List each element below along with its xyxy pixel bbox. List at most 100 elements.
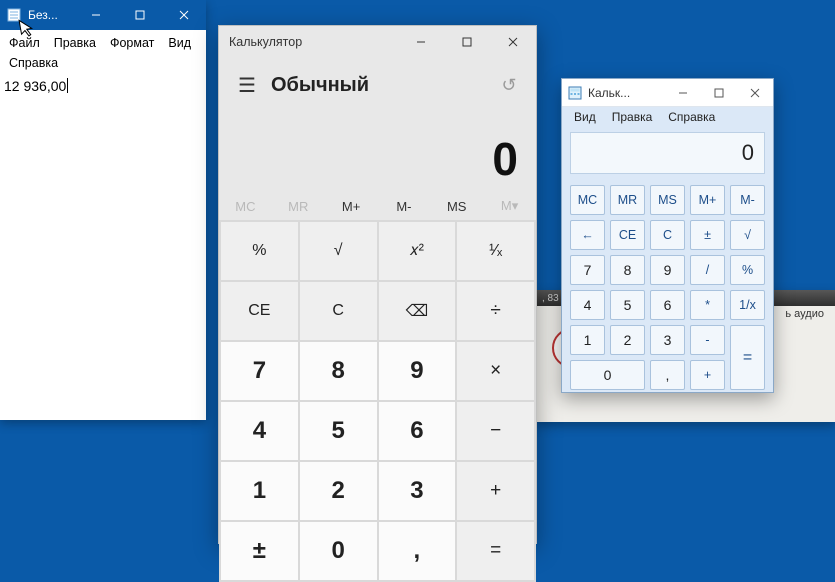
key-C[interactable]: C	[650, 220, 685, 250]
key-1/x[interactable]: 1/x	[730, 290, 765, 320]
mem-ms[interactable]: MS	[430, 199, 483, 214]
key-*[interactable]: *	[690, 290, 725, 320]
key-6[interactable]: 6	[379, 402, 456, 460]
key-±[interactable]: ±	[690, 220, 725, 250]
close-button[interactable]	[737, 80, 773, 106]
notepad-window: Без... ФайлПравкаФорматВид Справка 12 936…	[0, 0, 206, 420]
calc7-icon	[567, 85, 583, 101]
mem-m: M▾	[483, 198, 536, 214]
key-9[interactable]: 9	[650, 255, 685, 285]
menu-справка[interactable]: Справка	[660, 108, 723, 126]
calc7-window: Кальк... ВидПравкаСправка 0 MCMRMSM+M-←C…	[561, 78, 774, 393]
menu-правка[interactable]: Правка	[604, 108, 661, 126]
key-MC[interactable]: MC	[570, 185, 605, 215]
key-%[interactable]: %	[730, 255, 765, 285]
calc7-titlebar[interactable]: Кальк...	[562, 79, 773, 107]
calc10-window: Калькулятор ☰ Обычный ↺ 0 MCMRM+M-MSM▾ %…	[218, 25, 537, 544]
close-button[interactable]	[162, 0, 206, 30]
key-,[interactable]: ,	[379, 522, 456, 580]
key-9[interactable]: 9	[379, 342, 456, 400]
maximize-button[interactable]	[118, 0, 162, 30]
key-2[interactable]: 2	[610, 325, 645, 355]
mem-mc: MC	[219, 199, 272, 214]
key-=[interactable]: =	[457, 522, 534, 580]
notepad-icon	[6, 7, 22, 23]
calc7-title: Кальк...	[588, 86, 665, 100]
key-4[interactable]: 4	[570, 290, 605, 320]
key-+[interactable]: +	[457, 462, 534, 520]
key-√[interactable]: √	[300, 222, 377, 280]
minimize-button[interactable]	[74, 0, 118, 30]
key-%[interactable]: %	[221, 222, 298, 280]
calc10-titlebar[interactable]: Калькулятор	[219, 26, 536, 58]
calc-mode: Обычный	[265, 74, 492, 97]
key-←[interactable]: ←	[570, 220, 605, 250]
calc10-title: Калькулятор	[219, 35, 398, 49]
calc7-display: 0	[570, 132, 765, 174]
menu-файл[interactable]: Файл	[2, 33, 47, 53]
key-CE[interactable]: CE	[610, 220, 645, 250]
key-¹∕ₓ[interactable]: ¹∕ₓ	[457, 222, 534, 280]
key-3[interactable]: 3	[379, 462, 456, 520]
menu-вид[interactable]: Вид	[566, 108, 604, 126]
notepad-text: 12 936,00	[4, 78, 66, 94]
maximize-button[interactable]	[701, 80, 737, 106]
key-=[interactable]: =	[730, 325, 765, 390]
mem-mr: MR	[272, 199, 325, 214]
notepad-title: Без...	[28, 8, 74, 22]
key-CE[interactable]: CE	[221, 282, 298, 340]
key-0[interactable]: 0	[300, 522, 377, 580]
notepad-text-area[interactable]: 12 936,00	[0, 76, 206, 98]
calc10-memory-row: MCMRM+M-MSM▾	[219, 192, 536, 220]
key-−[interactable]: −	[457, 402, 534, 460]
key-1[interactable]: 1	[221, 462, 298, 520]
history-icon[interactable]: ↺	[492, 75, 526, 96]
key-8[interactable]: 8	[610, 255, 645, 285]
key-MR[interactable]: MR	[610, 185, 645, 215]
minimize-button[interactable]	[398, 26, 444, 58]
recorder-side-label[interactable]: ь аудио	[785, 308, 824, 320]
recorder-time: , 83	[542, 293, 559, 304]
key-1[interactable]: 1	[570, 325, 605, 355]
key-5[interactable]: 5	[610, 290, 645, 320]
key-,[interactable]: ,	[650, 360, 685, 390]
calc10-display: 0	[219, 112, 536, 192]
menu-правка[interactable]: Правка	[47, 33, 103, 53]
key-4[interactable]: 4	[221, 402, 298, 460]
menu-справка[interactable]: Справка	[2, 53, 65, 73]
key-8[interactable]: 8	[300, 342, 377, 400]
notepad-titlebar[interactable]: Без...	[0, 0, 206, 30]
close-button[interactable]	[490, 26, 536, 58]
key-7[interactable]: 7	[221, 342, 298, 400]
key-√[interactable]: √	[730, 220, 765, 250]
key-3[interactable]: 3	[650, 325, 685, 355]
key-÷[interactable]: ÷	[457, 282, 534, 340]
key-M+[interactable]: M+	[690, 185, 725, 215]
key-/[interactable]: /	[690, 255, 725, 285]
key-6[interactable]: 6	[650, 290, 685, 320]
calc7-keypad: MCMRMSM+M- ←CEC±√ 789/% 456*1/x 123-= 0,+	[562, 179, 773, 400]
key-MS[interactable]: MS	[650, 185, 685, 215]
key-+[interactable]: +	[690, 360, 725, 390]
key-5[interactable]: 5	[300, 402, 377, 460]
minimize-button[interactable]	[665, 80, 701, 106]
key-2[interactable]: 2	[300, 462, 377, 520]
notepad-menubar: ФайлПравкаФорматВид Справка	[0, 30, 206, 76]
hamburger-icon[interactable]: ☰	[229, 73, 265, 98]
key-±[interactable]: ±	[221, 522, 298, 580]
key-×[interactable]: ×	[457, 342, 534, 400]
mem-m[interactable]: M-	[377, 199, 430, 214]
calc10-keypad: %√𝑥²¹∕ₓ CEC⌫÷ 789× 456− 123+ ±0,=	[219, 220, 536, 582]
mem-m[interactable]: M+	[325, 199, 378, 214]
key-M-[interactable]: M-	[730, 185, 765, 215]
key-0[interactable]: 0	[570, 360, 645, 390]
key-7[interactable]: 7	[570, 255, 605, 285]
key-C[interactable]: C	[300, 282, 377, 340]
key-⌫[interactable]: ⌫	[379, 282, 456, 340]
menu-формат[interactable]: Формат	[103, 33, 161, 53]
menu-вид[interactable]: Вид	[161, 33, 198, 53]
maximize-button[interactable]	[444, 26, 490, 58]
key--[interactable]: -	[690, 325, 725, 355]
calc7-menubar: ВидПравкаСправка	[562, 107, 773, 127]
key-𝑥²[interactable]: 𝑥²	[379, 222, 456, 280]
